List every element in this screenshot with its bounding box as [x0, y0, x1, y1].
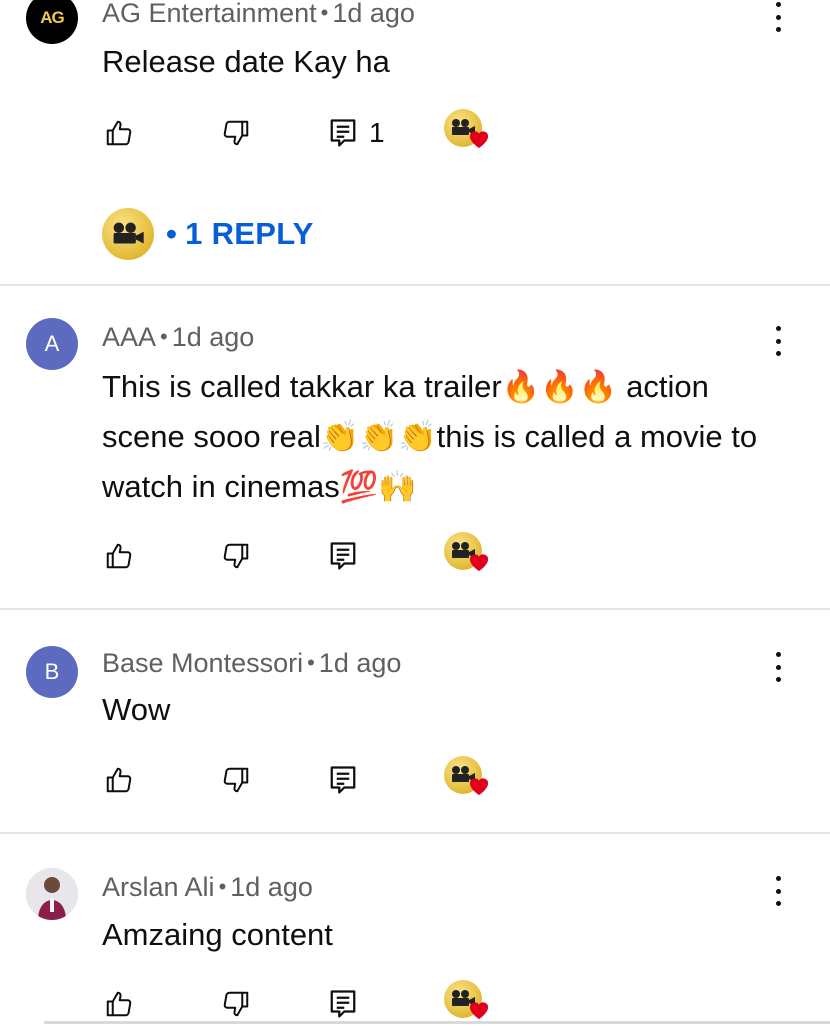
more-vert-icon[interactable] — [766, 874, 790, 908]
comment-time[interactable]: 1d ago — [230, 872, 313, 902]
comment-time[interactable]: 1d ago — [319, 648, 402, 678]
creator-heart-icon — [444, 109, 492, 153]
avatar-logo-text: AG — [40, 8, 64, 27]
dislike-button[interactable] — [221, 984, 251, 1024]
more-vert-icon[interactable] — [766, 650, 790, 684]
person-photo-icon — [26, 868, 78, 920]
comment-actions — [0, 980, 830, 1024]
thumbs-down-icon — [223, 991, 249, 1017]
comment-item: A AAA • 1d ago This is called takkar ka tr… — [0, 286, 830, 610]
thumbs-up-icon — [106, 543, 132, 569]
comment-meta: Arslan Ali • 1d ago — [102, 872, 313, 903]
thumbs-up-icon — [106, 767, 132, 793]
comment-time[interactable]: 1d ago — [332, 0, 415, 28]
author-name[interactable]: AG Entertainment — [102, 0, 317, 28]
author-name[interactable]: Arslan Ali — [102, 872, 215, 902]
comment-item: Arslan Ali • 1d ago Amzaing content — [0, 834, 830, 1026]
comment-icon — [330, 119, 356, 147]
thumbs-down-icon — [223, 767, 249, 793]
comment-actions — [0, 532, 830, 576]
creator-heart-icon — [444, 532, 492, 576]
reply-count: 1 — [369, 117, 385, 148]
comment-actions — [0, 756, 830, 800]
separator-dot: • — [218, 874, 227, 899]
comment-icon — [330, 990, 356, 1018]
like-button[interactable] — [104, 760, 134, 800]
comment-text: This is called takkar ka trailer🔥🔥🔥 acti… — [102, 369, 758, 504]
reply-button[interactable] — [329, 536, 357, 576]
thumbs-down-icon — [223, 543, 249, 569]
thumbs-down-icon — [223, 120, 249, 146]
comment-icon — [330, 542, 356, 570]
creator-heart-icon — [444, 756, 492, 800]
thumbs-up-icon — [106, 991, 132, 1017]
view-replies-button[interactable]: • 1 REPLY — [102, 207, 314, 261]
separator-dot: • — [307, 650, 315, 675]
comment-time[interactable]: 1d ago — [172, 322, 255, 352]
avatar-letter: A — [44, 331, 60, 356]
dislike-button[interactable] — [221, 536, 251, 576]
comment-text: Amzaing content — [102, 917, 333, 952]
comment-meta: AAA • 1d ago — [102, 322, 254, 353]
avatar[interactable] — [26, 868, 78, 920]
dislike-button[interactable] — [221, 760, 251, 800]
like-button[interactable] — [104, 536, 134, 576]
more-vert-icon[interactable] — [766, 324, 790, 358]
author-name[interactable]: Base Montessori — [102, 648, 303, 678]
replies-dot: • — [166, 216, 178, 251]
author-name[interactable]: AAA — [102, 322, 156, 352]
comment-icon — [330, 766, 356, 794]
creator-heart-icon — [444, 980, 492, 1024]
avatar[interactable]: A — [26, 318, 78, 370]
thumbs-up-icon — [106, 120, 132, 146]
like-button[interactable] — [104, 984, 134, 1024]
comment-item: B Base Montessori • 1d ago Wow — [0, 610, 830, 834]
avatar[interactable]: AG — [26, 0, 78, 44]
avatar[interactable]: B — [26, 646, 78, 698]
comment-item: AG AG Entertainment • 1d ago Release date … — [0, 0, 830, 286]
avatar-letter: B — [44, 659, 60, 684]
comment-meta: Base Montessori • 1d ago — [102, 648, 401, 679]
like-button[interactable] — [104, 113, 134, 153]
comment-text: Release date Kay ha — [102, 44, 390, 79]
creator-avatar — [102, 208, 154, 260]
comment-text: Wow — [102, 692, 171, 727]
separator-dot: • — [320, 0, 329, 25]
reply-button[interactable] — [329, 760, 357, 800]
reply-button[interactable] — [329, 984, 357, 1024]
replies-link[interactable]: 1 REPLY — [185, 216, 313, 252]
comment-meta: AG Entertainment • 1d ago — [102, 0, 415, 29]
more-vert-icon[interactable] — [766, 0, 790, 34]
comment-actions: 1 — [0, 109, 830, 153]
reply-button[interactable]: 1 — [329, 113, 385, 153]
dislike-button[interactable] — [221, 113, 251, 153]
separator-dot: • — [160, 324, 168, 349]
